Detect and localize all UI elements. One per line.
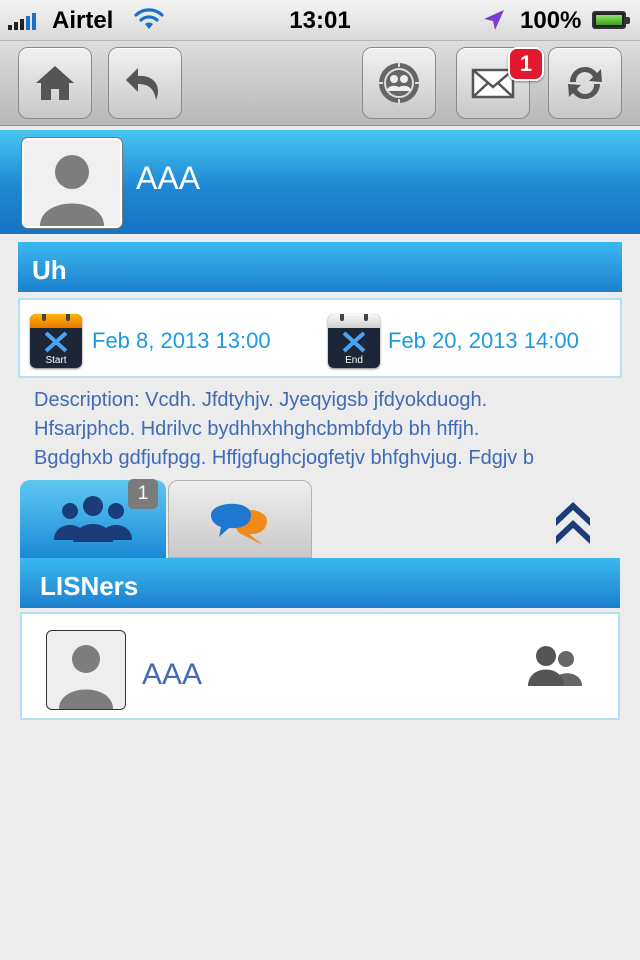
event-description: Description: Vcdh. Jfdtyhjv. Jyeqyigsb j… (34, 386, 624, 473)
listener-name: AAA (142, 658, 203, 691)
calendar-end-icon: End (328, 314, 380, 368)
person-icon (59, 645, 113, 709)
battery-percent: 100% (520, 7, 582, 34)
end-date: Feb 20, 2013 14:00 (388, 328, 579, 353)
event-title: Uh (18, 242, 622, 292)
back-icon (126, 68, 158, 100)
group-target-icon (377, 61, 421, 105)
event-dates: Start Feb 8, 2013 13:00 End Feb 20, 2013… (18, 298, 622, 378)
chat-icon (211, 503, 267, 545)
mail-count-badge: 1 (508, 47, 544, 81)
toolbar (0, 41, 640, 126)
avatar[interactable] (22, 138, 122, 228)
description-line: Hfsarjphcb. Hdrilvc bydhhxhhghcbmbfdyb b… (34, 418, 480, 440)
tab-chat[interactable] (168, 480, 312, 558)
back-button[interactable] (108, 47, 182, 119)
description-line: Bgdghxb gdfjufpgg. Hffjgfughcjogfetjv bh… (34, 447, 534, 469)
refresh-icon (568, 67, 602, 99)
list-item[interactable]: AAA (20, 612, 620, 720)
description-line: Description: Vcdh. Jfdtyhjv. Jyeqyigsb j… (34, 389, 488, 411)
collapse-up-icon[interactable] (552, 496, 594, 544)
listeners-count-badge: 1 (128, 479, 158, 509)
person-icon (40, 155, 104, 226)
profile-name: AAA (136, 160, 201, 196)
calendar-start-icon: Start (30, 314, 82, 368)
location-arrow-icon (484, 10, 504, 30)
group-target-button[interactable] (362, 47, 436, 119)
home-button[interactable] (18, 47, 92, 119)
listeners-header: LISNers (20, 558, 620, 608)
profile-banner: AAA (0, 130, 640, 234)
avatar (46, 630, 126, 710)
status-bar: Airtel 13:01 100% (0, 0, 640, 41)
start-date: Feb 8, 2013 13:00 (92, 328, 271, 353)
refresh-button[interactable] (548, 47, 622, 119)
battery-icon (592, 11, 630, 29)
home-icon (36, 66, 74, 100)
group-icon[interactable] (526, 644, 584, 686)
